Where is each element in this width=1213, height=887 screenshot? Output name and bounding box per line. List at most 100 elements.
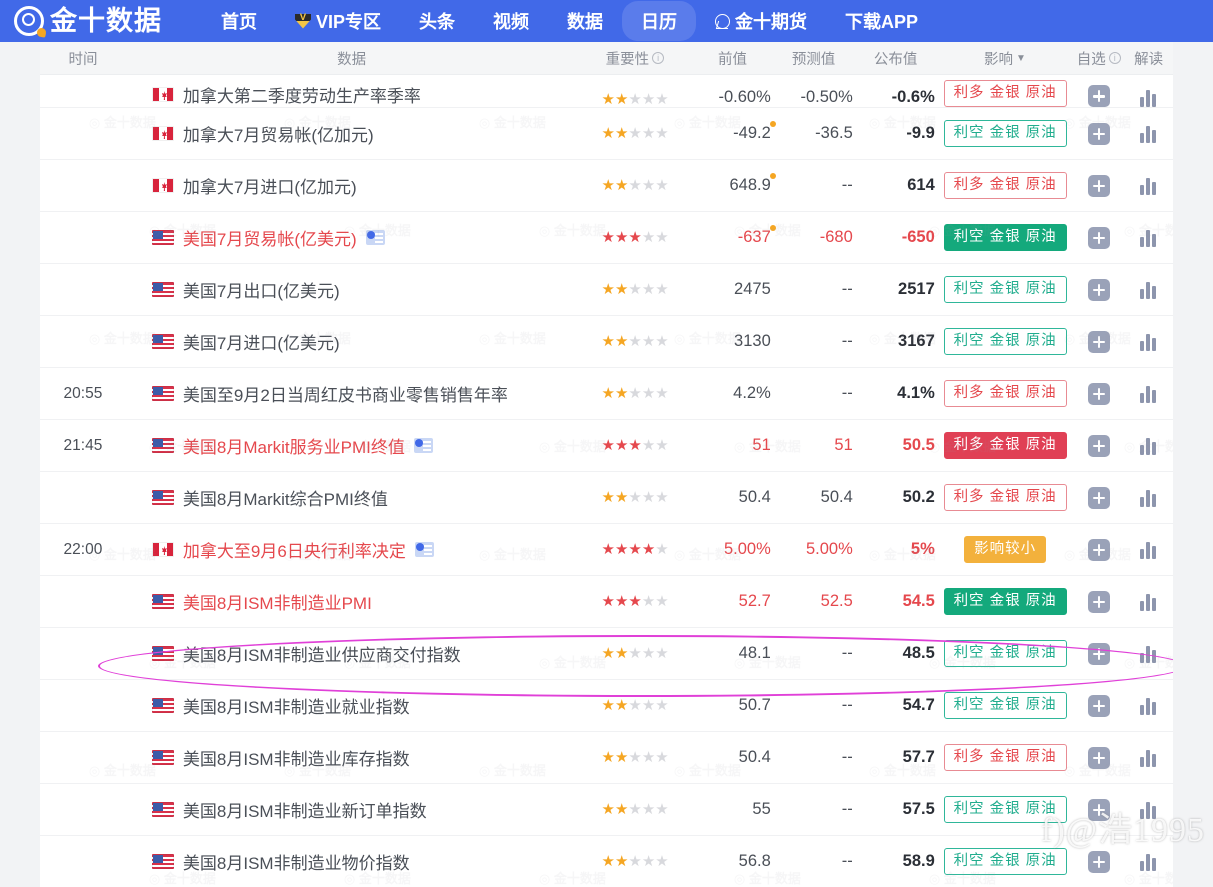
column-header-watchlist[interactable]: 自选 i <box>1073 48 1124 69</box>
impact-badge[interactable]: 利空 金银 原油 <box>943 796 1067 823</box>
event-name[interactable]: 加拿大7月贸易帐(亿加元) <box>183 121 374 146</box>
bar-chart-icon[interactable] <box>1139 801 1159 819</box>
column-header-data[interactable]: 数据 <box>126 48 577 69</box>
nav-item-3[interactable]: 视频 <box>474 1 548 41</box>
table-row[interactable]: 美国7月出口(亿美元) ★★★★★ 2475 -- 2517 利空 金银 原油 <box>40 264 1173 316</box>
info-icon[interactable]: i <box>652 52 665 64</box>
impact-badge[interactable]: 利多 金银 原油 <box>943 80 1067 107</box>
cell-event[interactable]: 加拿大至9月6日央行利率决定 <box>126 537 578 562</box>
add-to-watchlist-button[interactable] <box>1087 278 1110 301</box>
event-name[interactable]: 美国至9月2日当周红皮书商业零售销售年率 <box>183 381 508 406</box>
video-article-icon[interactable] <box>365 230 385 245</box>
bar-chart-icon[interactable] <box>1139 89 1159 107</box>
cell-event[interactable]: 美国8月Markit综合PMI终值 <box>126 485 578 510</box>
video-article-icon[interactable] <box>413 438 433 453</box>
add-to-watchlist-button[interactable] <box>1087 694 1110 717</box>
info-icon[interactable]: i <box>1108 52 1121 64</box>
column-header-time[interactable]: 时间 <box>40 48 126 69</box>
bar-chart-icon[interactable] <box>1139 541 1159 559</box>
event-name[interactable]: 美国7月进口(亿美元) <box>183 329 340 354</box>
site-logo[interactable]: 金十数据 <box>14 6 162 36</box>
event-name[interactable]: 美国8月ISM非制造业PMI <box>183 589 372 614</box>
table-row[interactable]: 美国8月ISM非制造业物价指数 ★★★★★ 56.8 -- 58.9 利空 金银 原油 <box>40 836 1173 887</box>
column-header-actual[interactable]: 公布值 <box>855 48 937 69</box>
bar-chart-icon[interactable] <box>1139 489 1159 507</box>
table-row[interactable]: 美国8月ISM非制造业新订单指数 ★★★★★ 55 -- 57.5 利空 金银 原油 <box>40 784 1173 836</box>
bar-chart-icon[interactable] <box>1139 853 1159 871</box>
table-row[interactable]: 美国8月Markit综合PMI终值 ★★★★★ 50.4 50.4 50.2 利多 金银 … <box>40 472 1173 524</box>
event-name[interactable]: 美国8月ISM非制造业供应商交付指数 <box>183 641 461 666</box>
add-to-watchlist-button[interactable] <box>1087 382 1110 405</box>
nav-item-7[interactable]: 下载APP <box>826 1 937 41</box>
table-row[interactable]: 22:00 加拿大至9月6日央行利率决定 ★★★★★ 5.00% 5.00% 5% 影响较小 <box>40 524 1173 576</box>
event-name[interactable]: 美国8月ISM非制造业物价指数 <box>183 849 410 874</box>
add-to-watchlist-button[interactable] <box>1087 85 1110 107</box>
add-to-watchlist-button[interactable] <box>1087 746 1110 769</box>
impact-badge[interactable]: 利多 金银 原油 <box>943 484 1067 511</box>
column-header-importance[interactable]: 重要性 i <box>577 48 692 69</box>
video-article-icon[interactable] <box>414 542 434 557</box>
add-to-watchlist-button[interactable] <box>1087 122 1110 145</box>
impact-badge[interactable]: 利空 金银 原油 <box>943 120 1067 147</box>
bar-chart-icon[interactable] <box>1139 333 1159 351</box>
table-row[interactable]: 美国8月ISM非制造业供应商交付指数 ★★★★★ 48.1 -- 48.5 利空 金银 原… <box>40 628 1173 680</box>
impact-badge[interactable]: 影响较小 <box>964 536 1047 563</box>
table-row[interactable]: 加拿大7月进口(亿加元) ★★★★★ 648.9 -- 614 利多 金银 原油 <box>40 160 1173 212</box>
impact-badge[interactable]: 利多 金银 原油 <box>943 744 1067 771</box>
impact-badge[interactable]: 利空 金银 原油 <box>943 588 1067 615</box>
table-row[interactable]: 20:55 美国至9月2日当周红皮书商业零售销售年率 ★★★★★ 4.2% -- 4.1%… <box>40 368 1173 420</box>
event-name[interactable]: 加拿大至9月6日央行利率决定 <box>183 537 406 562</box>
add-to-watchlist-button[interactable] <box>1087 538 1110 561</box>
cell-event[interactable]: 美国7月出口(亿美元) <box>126 277 578 302</box>
impact-badge[interactable]: 利多 金银 原油 <box>943 432 1067 459</box>
nav-item-4[interactable]: 数据 <box>548 1 622 41</box>
cell-event[interactable]: 美国7月进口(亿美元) <box>126 329 578 354</box>
event-name[interactable]: 美国8月ISM非制造业就业指数 <box>183 693 410 718</box>
cell-event[interactable]: 美国8月ISM非制造业物价指数 <box>126 849 578 874</box>
add-to-watchlist-button[interactable] <box>1087 486 1110 509</box>
add-to-watchlist-button[interactable] <box>1087 330 1110 353</box>
bar-chart-icon[interactable] <box>1139 385 1159 403</box>
bar-chart-icon[interactable] <box>1139 697 1159 715</box>
cell-event[interactable]: 美国8月ISM非制造业库存指数 <box>126 745 578 770</box>
impact-badge[interactable]: 利空 金银 原油 <box>943 640 1067 667</box>
add-to-watchlist-button[interactable] <box>1087 434 1110 457</box>
event-name[interactable]: 美国8月ISM非制造业新订单指数 <box>183 797 427 822</box>
bar-chart-icon[interactable] <box>1139 749 1159 767</box>
bar-chart-icon[interactable] <box>1139 593 1159 611</box>
chevron-down-icon[interactable]: ▼ <box>1016 53 1026 64</box>
bar-chart-icon[interactable] <box>1139 229 1159 247</box>
bar-chart-icon[interactable] <box>1139 437 1159 455</box>
cell-event[interactable]: 美国8月ISM非制造业供应商交付指数 <box>126 641 578 666</box>
cell-event[interactable]: 美国至9月2日当周红皮书商业零售销售年率 <box>126 381 578 406</box>
bar-chart-icon[interactable] <box>1139 281 1159 299</box>
cell-event[interactable]: 美国8月ISM非制造业就业指数 <box>126 693 578 718</box>
nav-item-1[interactable]: VIP专区 <box>276 1 400 41</box>
column-header-analysis[interactable]: 解读 <box>1124 48 1173 69</box>
table-row[interactable]: 美国7月进口(亿美元) ★★★★★ 3130 -- 3167 利空 金银 原油 <box>40 316 1173 368</box>
bar-chart-icon[interactable] <box>1139 645 1159 663</box>
nav-item-0[interactable]: 首页 <box>202 1 276 41</box>
impact-badge[interactable]: 利空 金银 原油 <box>943 276 1067 303</box>
cell-event[interactable]: 加拿大7月进口(亿加元) <box>126 173 578 198</box>
impact-badge[interactable]: 利空 金银 原油 <box>943 224 1067 251</box>
event-name[interactable]: 加拿大第二季度劳动生产率季率 <box>183 82 421 107</box>
column-header-impact[interactable]: 影响 ▼ <box>937 48 1074 69</box>
event-name[interactable]: 美国7月出口(亿美元) <box>183 277 340 302</box>
bar-chart-icon[interactable] <box>1139 125 1159 143</box>
table-row[interactable]: 美国7月贸易帐(亿美元) ★★★★★ -637 -680 -650 利空 金银 原油 <box>40 212 1173 264</box>
column-header-forecast[interactable]: 预测值 <box>773 48 855 69</box>
impact-badge[interactable]: 利空 金银 原油 <box>943 848 1067 875</box>
add-to-watchlist-button[interactable] <box>1087 642 1110 665</box>
add-to-watchlist-button[interactable] <box>1087 174 1110 197</box>
cell-event[interactable]: 美国8月ISM非制造业PMI <box>126 589 578 614</box>
event-name[interactable]: 美国8月ISM非制造业库存指数 <box>183 745 410 770</box>
impact-badge[interactable]: 利多 金银 原油 <box>943 380 1067 407</box>
nav-item-2[interactable]: 头条 <box>400 1 474 41</box>
column-header-previous[interactable]: 前值 <box>692 48 772 69</box>
cell-event[interactable]: 美国8月Markit服务业PMI终值 <box>126 433 578 458</box>
event-name[interactable]: 美国8月Markit服务业PMI终值 <box>183 433 405 458</box>
impact-badge[interactable]: 利空 金银 原油 <box>943 328 1067 355</box>
nav-item-6[interactable]: 金十期货 <box>696 1 826 41</box>
add-to-watchlist-button[interactable] <box>1087 226 1110 249</box>
